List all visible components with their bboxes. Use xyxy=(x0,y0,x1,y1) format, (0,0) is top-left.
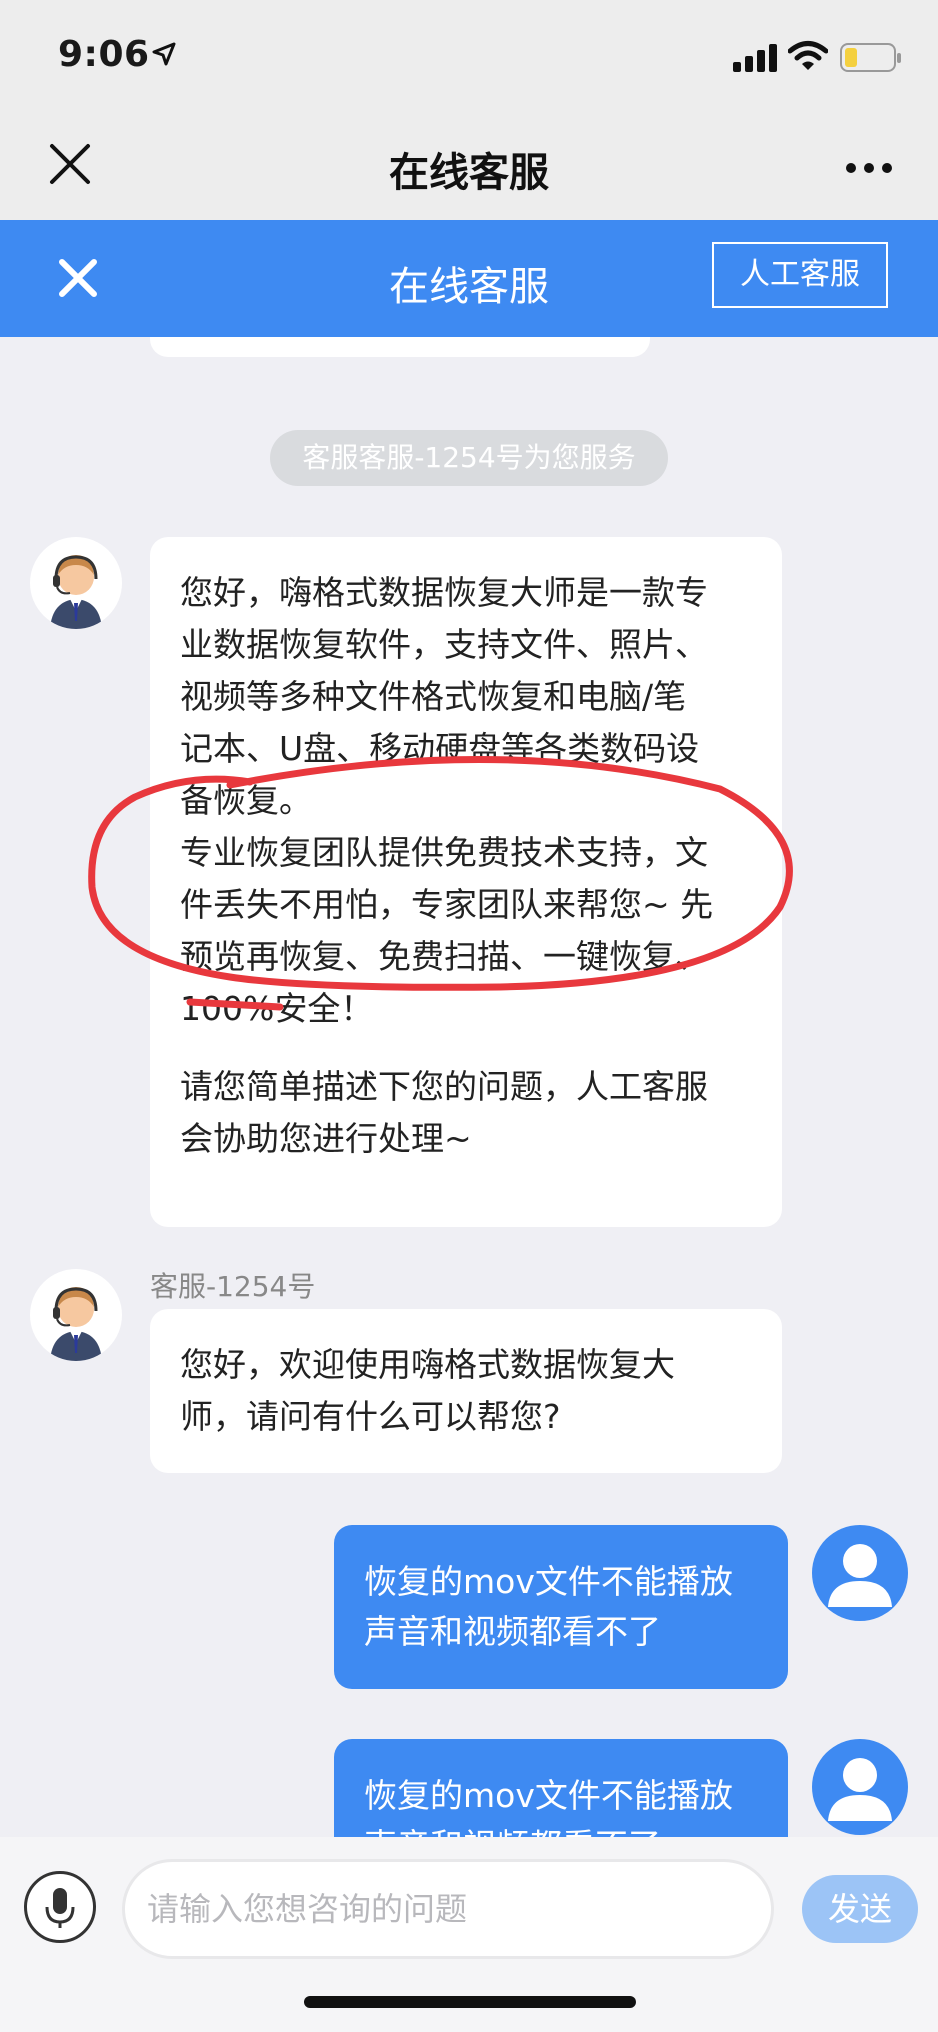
location-arrow-icon xyxy=(152,42,176,66)
message-text: 您好，欢迎使用嗨格式数据恢复大 师，请问有什么可以帮您? xyxy=(180,1345,675,1436)
user-message-bubble: 恢复的mov文件不能播放 声音和视频都看不了 xyxy=(334,1739,788,1837)
chat-area[interactable]: 客服客服-1254号为您服务 您好，嗨格式数据恢复大师是一款专 业数据恢复软件，… xyxy=(0,337,938,1837)
send-button[interactable]: 发送 xyxy=(802,1875,918,1943)
message-text: 恢复的mov文件不能播放 声音和视频都看不了 xyxy=(364,1562,733,1651)
home-indicator xyxy=(304,1996,636,2008)
message-text: 恢复的mov文件不能播放 声音和视频都看不了 xyxy=(364,1776,733,1837)
nav-bar: 在线客服 xyxy=(0,110,938,220)
user-avatar xyxy=(812,1739,908,1835)
input-bar: 发送 xyxy=(0,1837,938,2032)
message-input[interactable] xyxy=(122,1859,774,1959)
wifi-icon xyxy=(788,41,828,70)
user-message-bubble: 恢复的mov文件不能播放 声音和视频都看不了 xyxy=(334,1525,788,1689)
red-highlight-annotation xyxy=(88,755,793,1011)
more-icon[interactable] xyxy=(845,162,893,174)
microphone-icon xyxy=(45,1888,75,1928)
voice-button[interactable] xyxy=(24,1871,96,1943)
sender-name: 客服-1254号 xyxy=(150,1270,316,1303)
system-notice: 客服客服-1254号为您服务 xyxy=(270,430,668,486)
human-agent-button[interactable]: 人工客服 xyxy=(712,242,888,308)
agent-message-bubble: 您好，欢迎使用嗨格式数据恢复大 师，请问有什么可以帮您? xyxy=(150,1309,782,1473)
message-text: 请您简单描述下您的问题，人工客服 会协助您进行处理~ xyxy=(180,1067,708,1158)
agent-avatar xyxy=(30,537,122,629)
agent-avatar xyxy=(30,1269,122,1361)
signal-icon xyxy=(733,44,777,72)
chat-header: 在线客服 人工客服 xyxy=(0,220,938,337)
status-time: 9:06 xyxy=(58,34,150,75)
previous-message-bubble xyxy=(150,337,650,357)
battery-icon xyxy=(840,43,901,72)
page-title: 在线客服 xyxy=(389,150,549,196)
status-bar: 9:06 xyxy=(0,0,938,110)
user-avatar xyxy=(812,1525,908,1621)
